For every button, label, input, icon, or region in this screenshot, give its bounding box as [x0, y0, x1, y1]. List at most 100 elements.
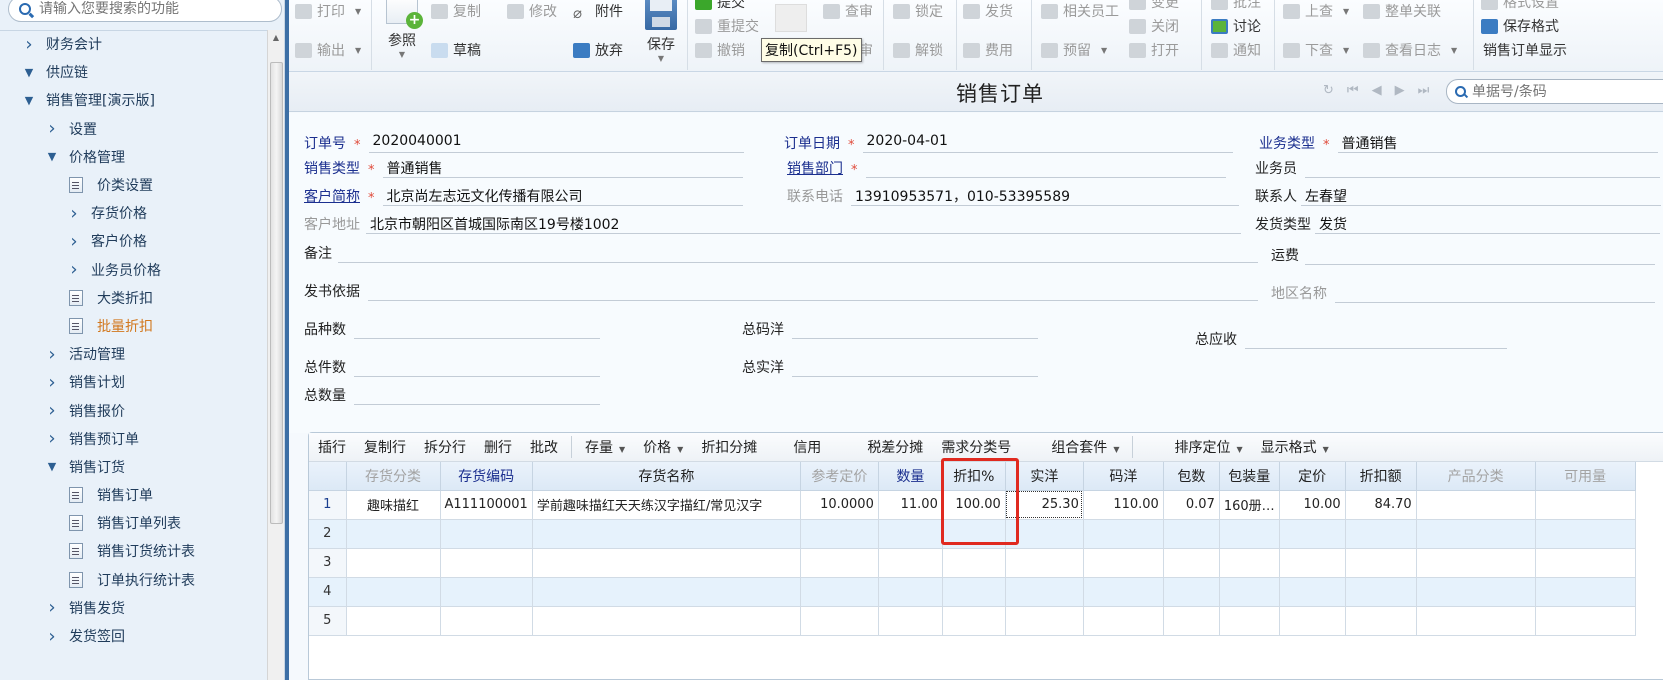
grid-cell[interactable]: [1416, 548, 1536, 578]
column-header[interactable]: 实洋: [1005, 462, 1084, 491]
column-header[interactable]: 存货分类: [346, 462, 441, 491]
chevron-right-icon[interactable]: ›: [22, 34, 36, 55]
grid-toolbar-button[interactable]: 价格 ▼: [634, 437, 692, 457]
region-input[interactable]: [1335, 283, 1655, 303]
grid-cell[interactable]: [1416, 490, 1536, 520]
reference-button[interactable]: + 参照 ▼: [385, 0, 423, 59]
grid-cell[interactable]: [1279, 606, 1346, 636]
table-row[interactable]: 5: [309, 606, 1636, 636]
sidebar-item[interactable]: › 发货签回: [0, 622, 268, 650]
ship-type-input[interactable]: 发货: [1315, 214, 1660, 234]
sidebar-item[interactable]: 批量折扣: [0, 312, 268, 340]
sidebar-item[interactable]: 销售订单列表: [0, 509, 268, 537]
contact-input[interactable]: 左春望: [1301, 186, 1661, 206]
query-up-button[interactable]: 上查 ▼: [1283, 1, 1349, 21]
grid-toolbar-button[interactable]: 拆分行: [415, 437, 475, 457]
attachment-button[interactable]: ⌀ 附件: [573, 1, 623, 22]
basis-input[interactable]: [368, 281, 1258, 301]
table-row[interactable]: 3: [309, 548, 1636, 578]
grid-cell[interactable]: [1083, 577, 1164, 607]
grid-cell[interactable]: [440, 577, 533, 607]
column-header[interactable]: 折扣额: [1345, 462, 1417, 491]
grid-cell[interactable]: [942, 577, 1006, 607]
remark-input[interactable]: [338, 243, 1258, 263]
grid-cell[interactable]: [1005, 548, 1084, 578]
grid-cell[interactable]: [1219, 548, 1280, 578]
grid-toolbar-button[interactable]: 删行: [475, 437, 521, 457]
whole-link-button[interactable]: 整单关联: [1363, 1, 1441, 21]
grid-cell[interactable]: [1535, 490, 1636, 520]
chevron-right-icon[interactable]: ›: [67, 259, 81, 280]
grid-cell[interactable]: [1535, 519, 1636, 549]
chevron-down-icon[interactable]: ▼: [45, 460, 59, 473]
table-row[interactable]: 1 趣味描红 A111100001 学前趣味描红天天练汉字描红/常见汉字 10.0000…: [309, 490, 1636, 520]
grid-cell[interactable]: [1535, 606, 1636, 636]
function-search-input[interactable]: [39, 1, 259, 17]
grid-cell[interactable]: [440, 548, 533, 578]
grid-cell[interactable]: [1279, 577, 1346, 607]
grid-cell[interactable]: [346, 577, 441, 607]
grid-cell[interactable]: [1345, 548, 1417, 578]
grid-cell[interactable]: 110.00: [1083, 490, 1164, 520]
column-header[interactable]: 折扣%: [942, 462, 1006, 491]
sidebar-item[interactable]: › 活动管理: [0, 340, 268, 368]
chevron-down-icon[interactable]: ▼: [45, 150, 59, 163]
grid-cell[interactable]: 趣味描红: [346, 490, 441, 520]
grid-toolbar-button[interactable]: 插行: [309, 437, 355, 457]
grid-cell[interactable]: [532, 548, 801, 578]
grid-cell[interactable]: 10.00: [1279, 490, 1346, 520]
grid-cell[interactable]: [1005, 606, 1084, 636]
chevron-right-icon[interactable]: ›: [45, 118, 59, 139]
grid-cell[interactable]: [1345, 606, 1417, 636]
draft-button[interactable]: 草稿: [431, 40, 481, 60]
grid-cell[interactable]: [878, 548, 943, 578]
next-record-icon[interactable]: ▶: [1395, 83, 1405, 98]
grid-cell[interactable]: [942, 548, 1006, 578]
sidebar-item[interactable]: › 设置: [0, 115, 268, 143]
grid-toolbar-button[interactable]: 批改: [521, 437, 567, 457]
order-no-input[interactable]: 2020040001: [368, 133, 744, 153]
grid-cell[interactable]: [1083, 606, 1164, 636]
grid-cell[interactable]: [1219, 606, 1280, 636]
column-header[interactable]: 码洋: [1083, 462, 1164, 491]
grid-cell[interactable]: [532, 577, 801, 607]
sidebar-item[interactable]: 订单执行统计表: [0, 566, 268, 594]
grid-cell[interactable]: 84.70: [1345, 490, 1417, 520]
table-row[interactable]: 2: [309, 519, 1636, 549]
grid-cell[interactable]: [346, 548, 441, 578]
grid-cell[interactable]: [1163, 577, 1220, 607]
chevron-right-icon[interactable]: ›: [45, 626, 59, 647]
grid-toolbar-button[interactable]: 复制行: [355, 437, 415, 457]
ship-button[interactable]: 发货: [963, 1, 1013, 21]
reserve-button[interactable]: 预留 ▼: [1041, 40, 1107, 60]
grid-cell[interactable]: [1005, 577, 1084, 607]
sidebar-item[interactable]: › 销售发货: [0, 594, 268, 622]
view-log-button[interactable]: 查看日志 ▼: [1363, 40, 1457, 60]
grid-toolbar-button[interactable]: 组合套件 ▼: [1042, 437, 1128, 457]
grid-cell[interactable]: [1416, 519, 1536, 549]
prev-record-icon[interactable]: ◀: [1372, 83, 1382, 98]
total-receivable-input[interactable]: [1245, 329, 1507, 349]
business-type-input[interactable]: 普通销售: [1337, 133, 1658, 153]
sidebar-item[interactable]: 销售订货统计表: [0, 537, 268, 565]
grid-cell[interactable]: [1219, 577, 1280, 607]
grid-cell[interactable]: [800, 606, 879, 636]
grid-cell[interactable]: [800, 548, 879, 578]
grid-cell[interactable]: [1279, 519, 1346, 549]
sidebar-item[interactable]: › 销售计划: [0, 368, 268, 396]
copy-button[interactable]: 复制: [431, 1, 481, 21]
table-row[interactable]: 4: [309, 577, 1636, 607]
grid-cell[interactable]: 100.00: [942, 490, 1006, 520]
column-header[interactable]: 可用量: [1535, 462, 1636, 491]
grid-cell[interactable]: 学前趣味描红天天练汉字描红/常见汉字: [532, 490, 801, 520]
total-qty-input[interactable]: [354, 385, 600, 405]
column-header[interactable]: 定价: [1279, 462, 1346, 491]
print-button[interactable]: 打印 ▼: [295, 1, 361, 21]
column-header[interactable]: 存货编码: [440, 462, 533, 491]
submit-button[interactable]: 提交: [695, 0, 745, 12]
view-audit-button[interactable]: 查审: [823, 1, 873, 21]
grid-cell[interactable]: [532, 606, 801, 636]
grid-cell[interactable]: [1345, 519, 1417, 549]
grid-cell[interactable]: [1163, 548, 1220, 578]
grid-cell[interactable]: [942, 519, 1006, 549]
